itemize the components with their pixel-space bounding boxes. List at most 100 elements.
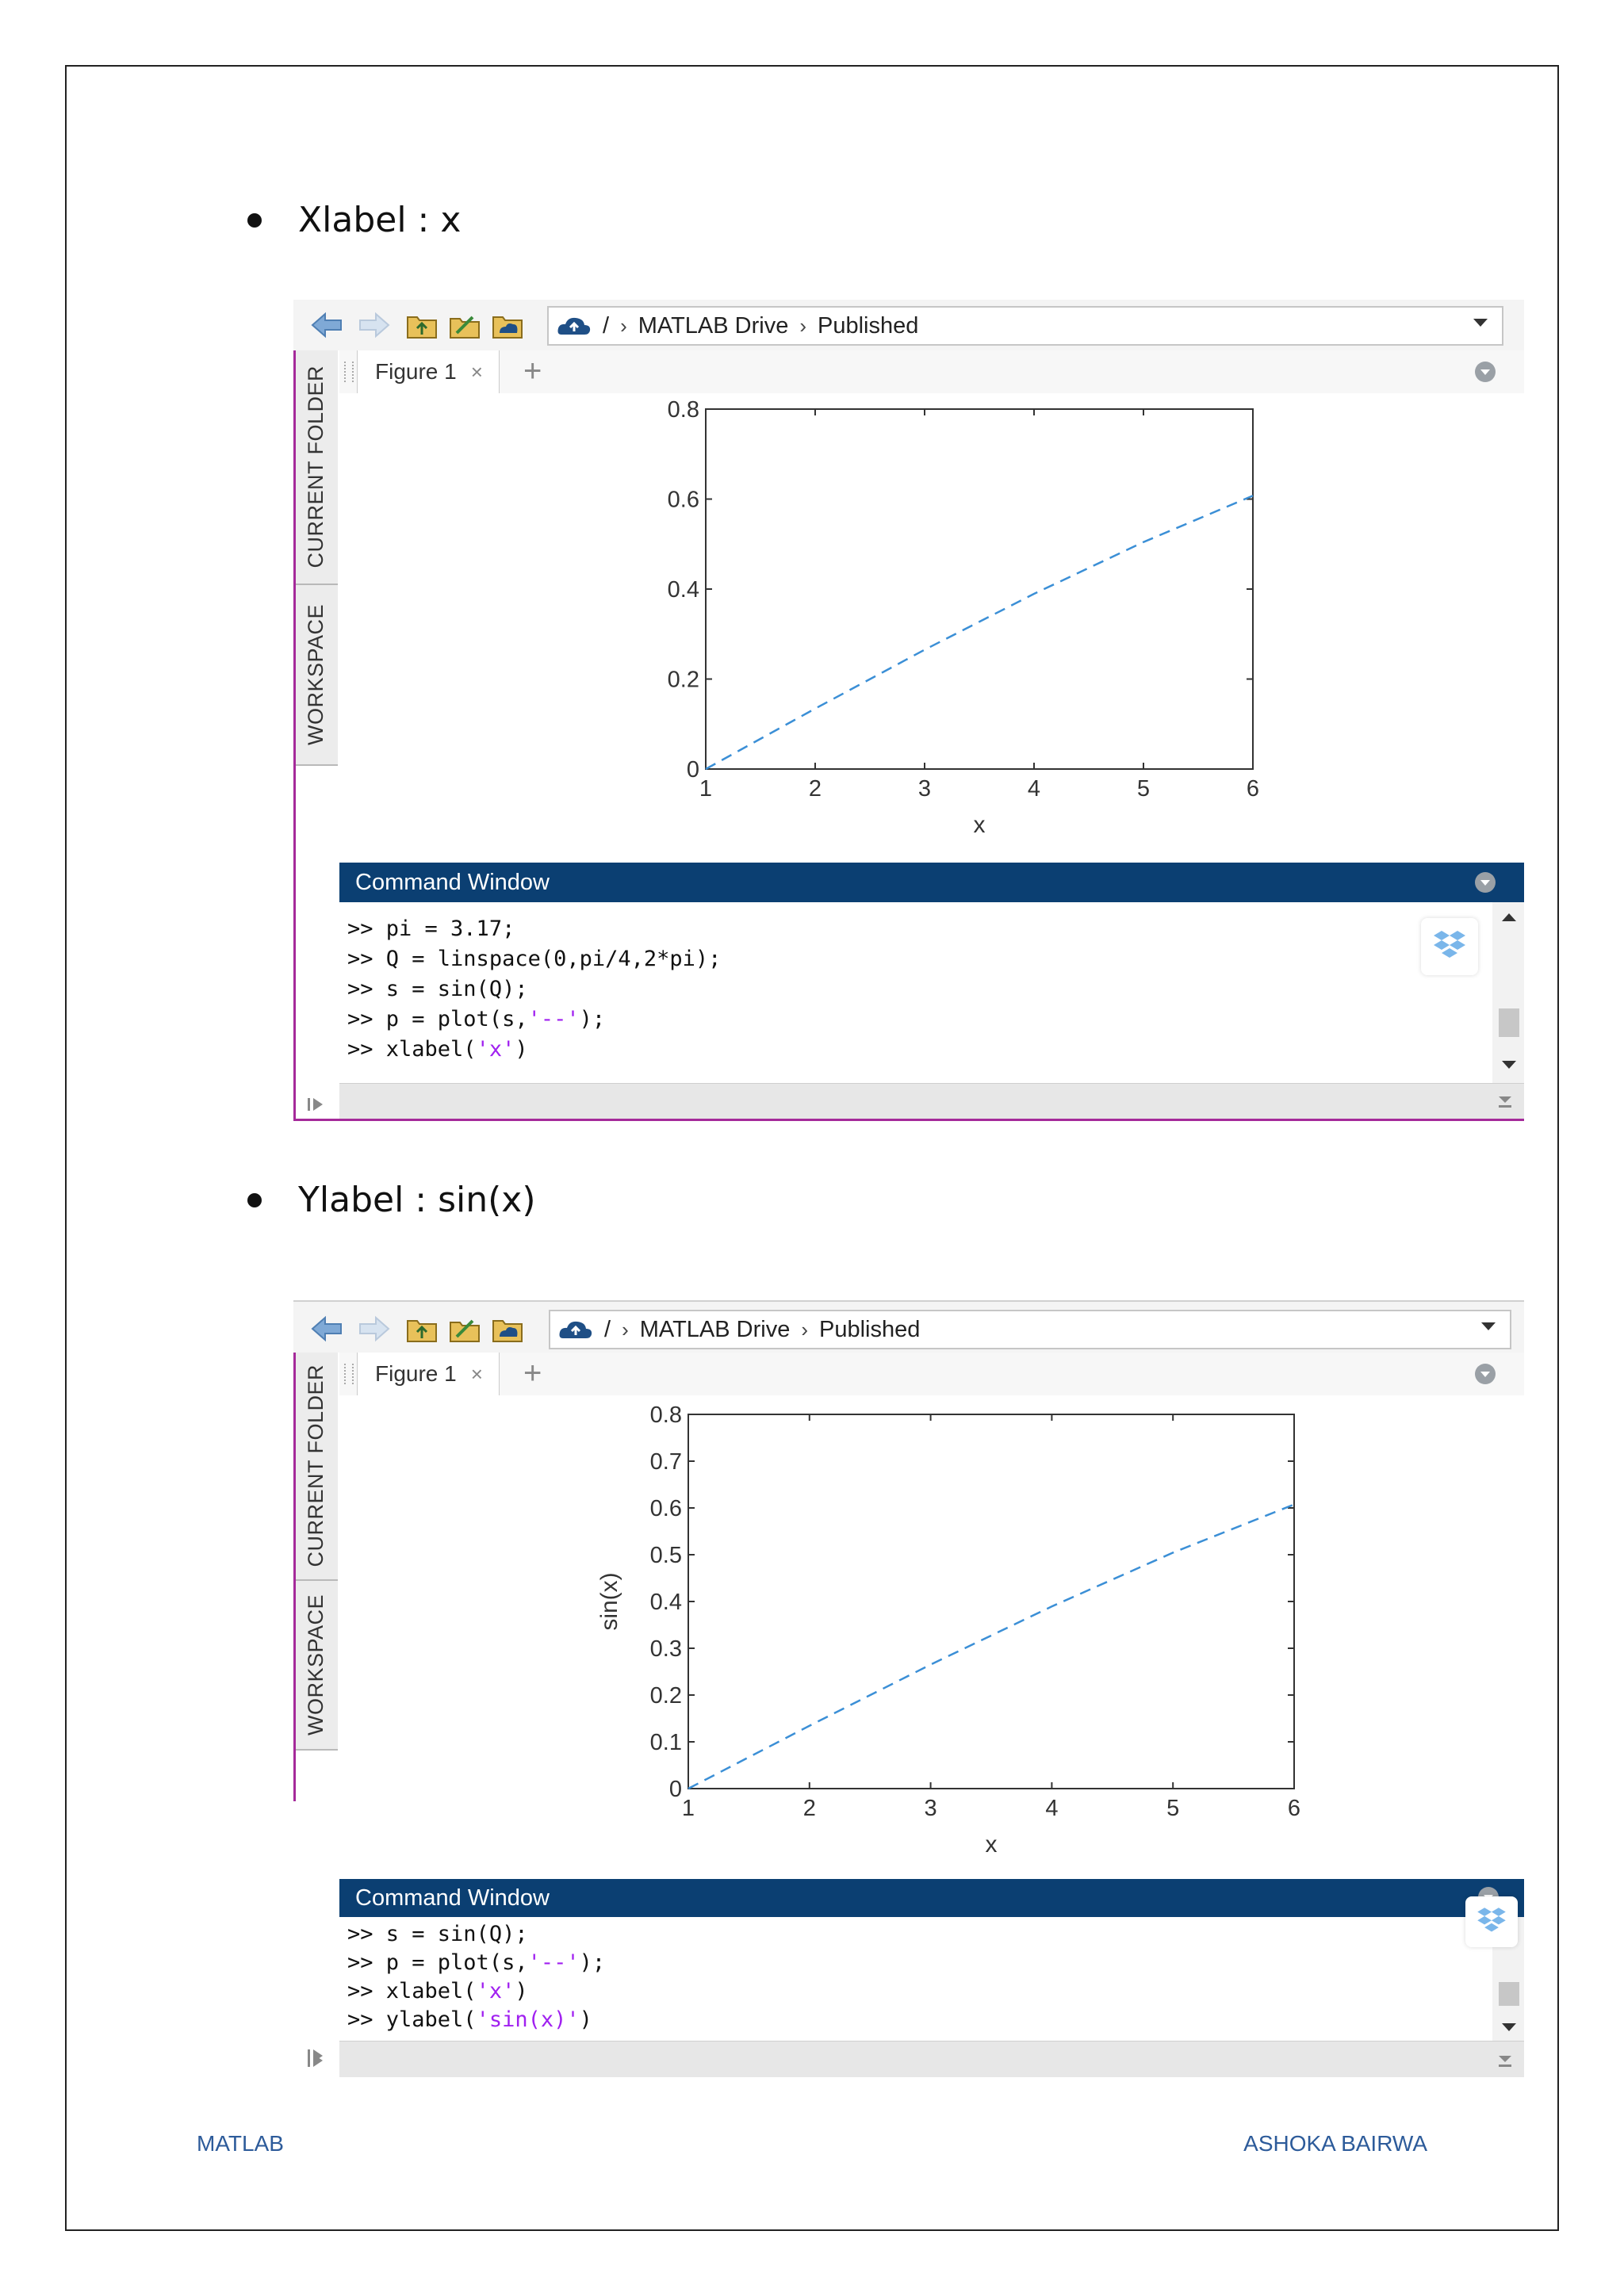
drag-handle-icon[interactable] — [344, 1364, 354, 1384]
prompt: >> — [347, 1037, 373, 1062]
dropbox-badge[interactable] — [1421, 918, 1478, 975]
dropdown-caret-icon[interactable] — [1473, 319, 1488, 327]
dropdown-caret-icon[interactable] — [1481, 1322, 1496, 1330]
close-icon[interactable]: × — [471, 1362, 483, 1387]
panel-options-icon[interactable] — [1475, 1364, 1496, 1384]
command-window[interactable]: >> pi = 3.17; >> Q = linspace(0,pi/4,2*p… — [339, 902, 1524, 1086]
x-tick-label: 6 — [1247, 776, 1259, 802]
expand-panel-icon[interactable] — [304, 2045, 327, 2066]
x-axis-label: x — [986, 1831, 998, 1858]
y-tick-label: 0.2 — [650, 1683, 682, 1709]
scroll-thumb[interactable] — [1499, 1008, 1519, 1037]
cloud-folder-icon[interactable] — [492, 311, 523, 339]
back-arrow-icon[interactable] — [311, 311, 343, 339]
tab-workspace-label: WORKSPACE — [303, 1594, 327, 1736]
forward-arrow-icon[interactable] — [358, 311, 390, 339]
path-matlab-drive[interactable]: MATLAB Drive — [640, 1317, 791, 1343]
tab-current-folder[interactable]: CURRENT FOLDER — [293, 350, 338, 585]
bullet-xlabel: Xlabel : x — [247, 200, 461, 240]
command-window-title: Command Window — [355, 1885, 550, 1911]
address-bar[interactable]: / › MATLAB Drive › Published — [549, 1310, 1511, 1349]
y-tick-label: 0.2 — [668, 668, 699, 693]
panel-bottom-accent — [293, 1119, 1524, 1121]
path-root[interactable]: / — [603, 313, 609, 339]
panel-options-icon[interactable] — [1475, 362, 1496, 382]
browse-folder-icon[interactable] — [449, 1314, 481, 1343]
y-tick-label: 0.4 — [650, 1590, 682, 1615]
bullet-text: Ylabel : sin(x) — [298, 1180, 536, 1220]
tab-current-folder[interactable]: CURRENT FOLDER — [293, 1353, 338, 1581]
browse-folder-icon[interactable] — [449, 311, 481, 339]
code-text: s = sin(Q); — [373, 1922, 528, 1946]
up-folder-icon[interactable] — [406, 311, 438, 339]
tab-workspace[interactable]: WORKSPACE — [293, 585, 338, 766]
figure-area: 1 2 3 4 5 6 0 0.2 0.4 0.6 0.8 x — [339, 393, 1524, 863]
command-window[interactable]: >> s = sin(Q); >> p = plot(s,'--'); >> x… — [339, 1917, 1524, 2041]
close-icon[interactable]: × — [471, 360, 483, 385]
scroll-bottom-icon[interactable] — [1496, 1092, 1515, 1111]
code-text: xlabel( — [373, 1979, 477, 2003]
add-tab-icon[interactable]: + — [523, 1356, 542, 1391]
figure-tab-strip: Figure 1 × + — [339, 1353, 1524, 1397]
scroll-down-icon[interactable] — [1502, 1061, 1516, 1069]
panel-accent-line — [293, 1353, 296, 1801]
bullet-text: Xlabel : x — [298, 200, 462, 240]
dropbox-badge[interactable] — [1465, 1896, 1518, 1947]
prompt: >> — [347, 1979, 373, 2003]
tab-workspace-label: WORKSPACE — [303, 603, 327, 746]
y-tick-label: 0.4 — [668, 577, 699, 603]
scroll-bottom-icon[interactable] — [1496, 2051, 1515, 2070]
path-published[interactable]: Published — [819, 1317, 920, 1343]
y-tick-label: 0.6 — [668, 488, 699, 513]
bullet-ylabel: Ylabel : sin(x) — [247, 1180, 536, 1220]
cloud-icon — [559, 1321, 592, 1338]
cloud-folder-icon[interactable] — [492, 1314, 523, 1343]
x-tick-label: 4 — [1028, 776, 1040, 802]
dropbox-icon — [1477, 1908, 1506, 1932]
toolbar: / › MATLAB Drive › Published — [293, 300, 1524, 351]
matlab-screenshot-2: / › MATLAB Drive › Published CURRENT FOL… — [293, 1300, 1524, 2077]
back-arrow-icon[interactable] — [311, 1314, 343, 1343]
x-axis-label: x — [974, 812, 986, 838]
path-matlab-drive[interactable]: MATLAB Drive — [638, 313, 789, 339]
figure-tab[interactable]: Figure 1 × — [357, 1353, 500, 1395]
tab-workspace[interactable]: WORKSPACE — [293, 1581, 338, 1751]
x-tick-label: 4 — [1045, 1796, 1058, 1821]
x-tick-label: 5 — [1166, 1796, 1179, 1821]
code-text: ) — [515, 1037, 528, 1062]
code-text: ); — [579, 1007, 606, 1031]
expand-panel-icon[interactable] — [304, 1094, 327, 1115]
sidebar: CURRENT FOLDER WORKSPACE — [293, 1353, 341, 2077]
add-tab-icon[interactable]: + — [523, 354, 542, 389]
chevron-right-icon: › — [622, 1317, 629, 1341]
code-text: pi = 3.17; — [373, 916, 515, 941]
y-tick-label: 0.7 — [650, 1449, 682, 1475]
command-options-icon[interactable] — [1475, 872, 1496, 893]
drag-handle-icon[interactable] — [344, 362, 354, 382]
command-window-title: Command Window — [355, 869, 550, 895]
scroll-up-icon[interactable] — [1502, 913, 1516, 921]
forward-arrow-icon[interactable] — [358, 1314, 390, 1343]
vertical-scrollbar[interactable] — [1492, 902, 1524, 1086]
prompt: >> — [347, 1950, 373, 1975]
scroll-down-icon[interactable] — [1502, 2023, 1516, 2031]
string-literal: 'x' — [476, 1979, 515, 2003]
chevron-right-icon: › — [620, 313, 627, 338]
footer-right: ASHOKA BAIRWA — [1243, 2131, 1427, 2156]
up-folder-icon[interactable] — [406, 1314, 438, 1343]
matlab-screenshot-1: / › MATLAB Drive › Published CURRENT FOL… — [293, 300, 1524, 1121]
figure-tab[interactable]: Figure 1 × — [357, 350, 500, 393]
address-bar[interactable]: / › MATLAB Drive › Published — [547, 306, 1503, 346]
figure-tab-strip: Figure 1 × + — [339, 350, 1524, 395]
y-tick-label: 0.8 — [668, 397, 699, 423]
scroll-thumb[interactable] — [1499, 1982, 1519, 2006]
string-literal: '--' — [527, 1950, 580, 1975]
path-published[interactable]: Published — [818, 313, 918, 339]
path-root[interactable]: / — [604, 1317, 611, 1343]
x-tick-label: 2 — [803, 1796, 816, 1821]
plot-canvas: 1 2 3 4 5 6 0 0.2 0.4 0.6 0.8 x — [668, 397, 1259, 838]
string-literal: 'sin(x)' — [476, 2007, 580, 2032]
y-tick-label: 0.1 — [650, 1730, 682, 1755]
string-literal: '--' — [527, 1007, 580, 1031]
x-tick-label: 5 — [1137, 776, 1150, 802]
